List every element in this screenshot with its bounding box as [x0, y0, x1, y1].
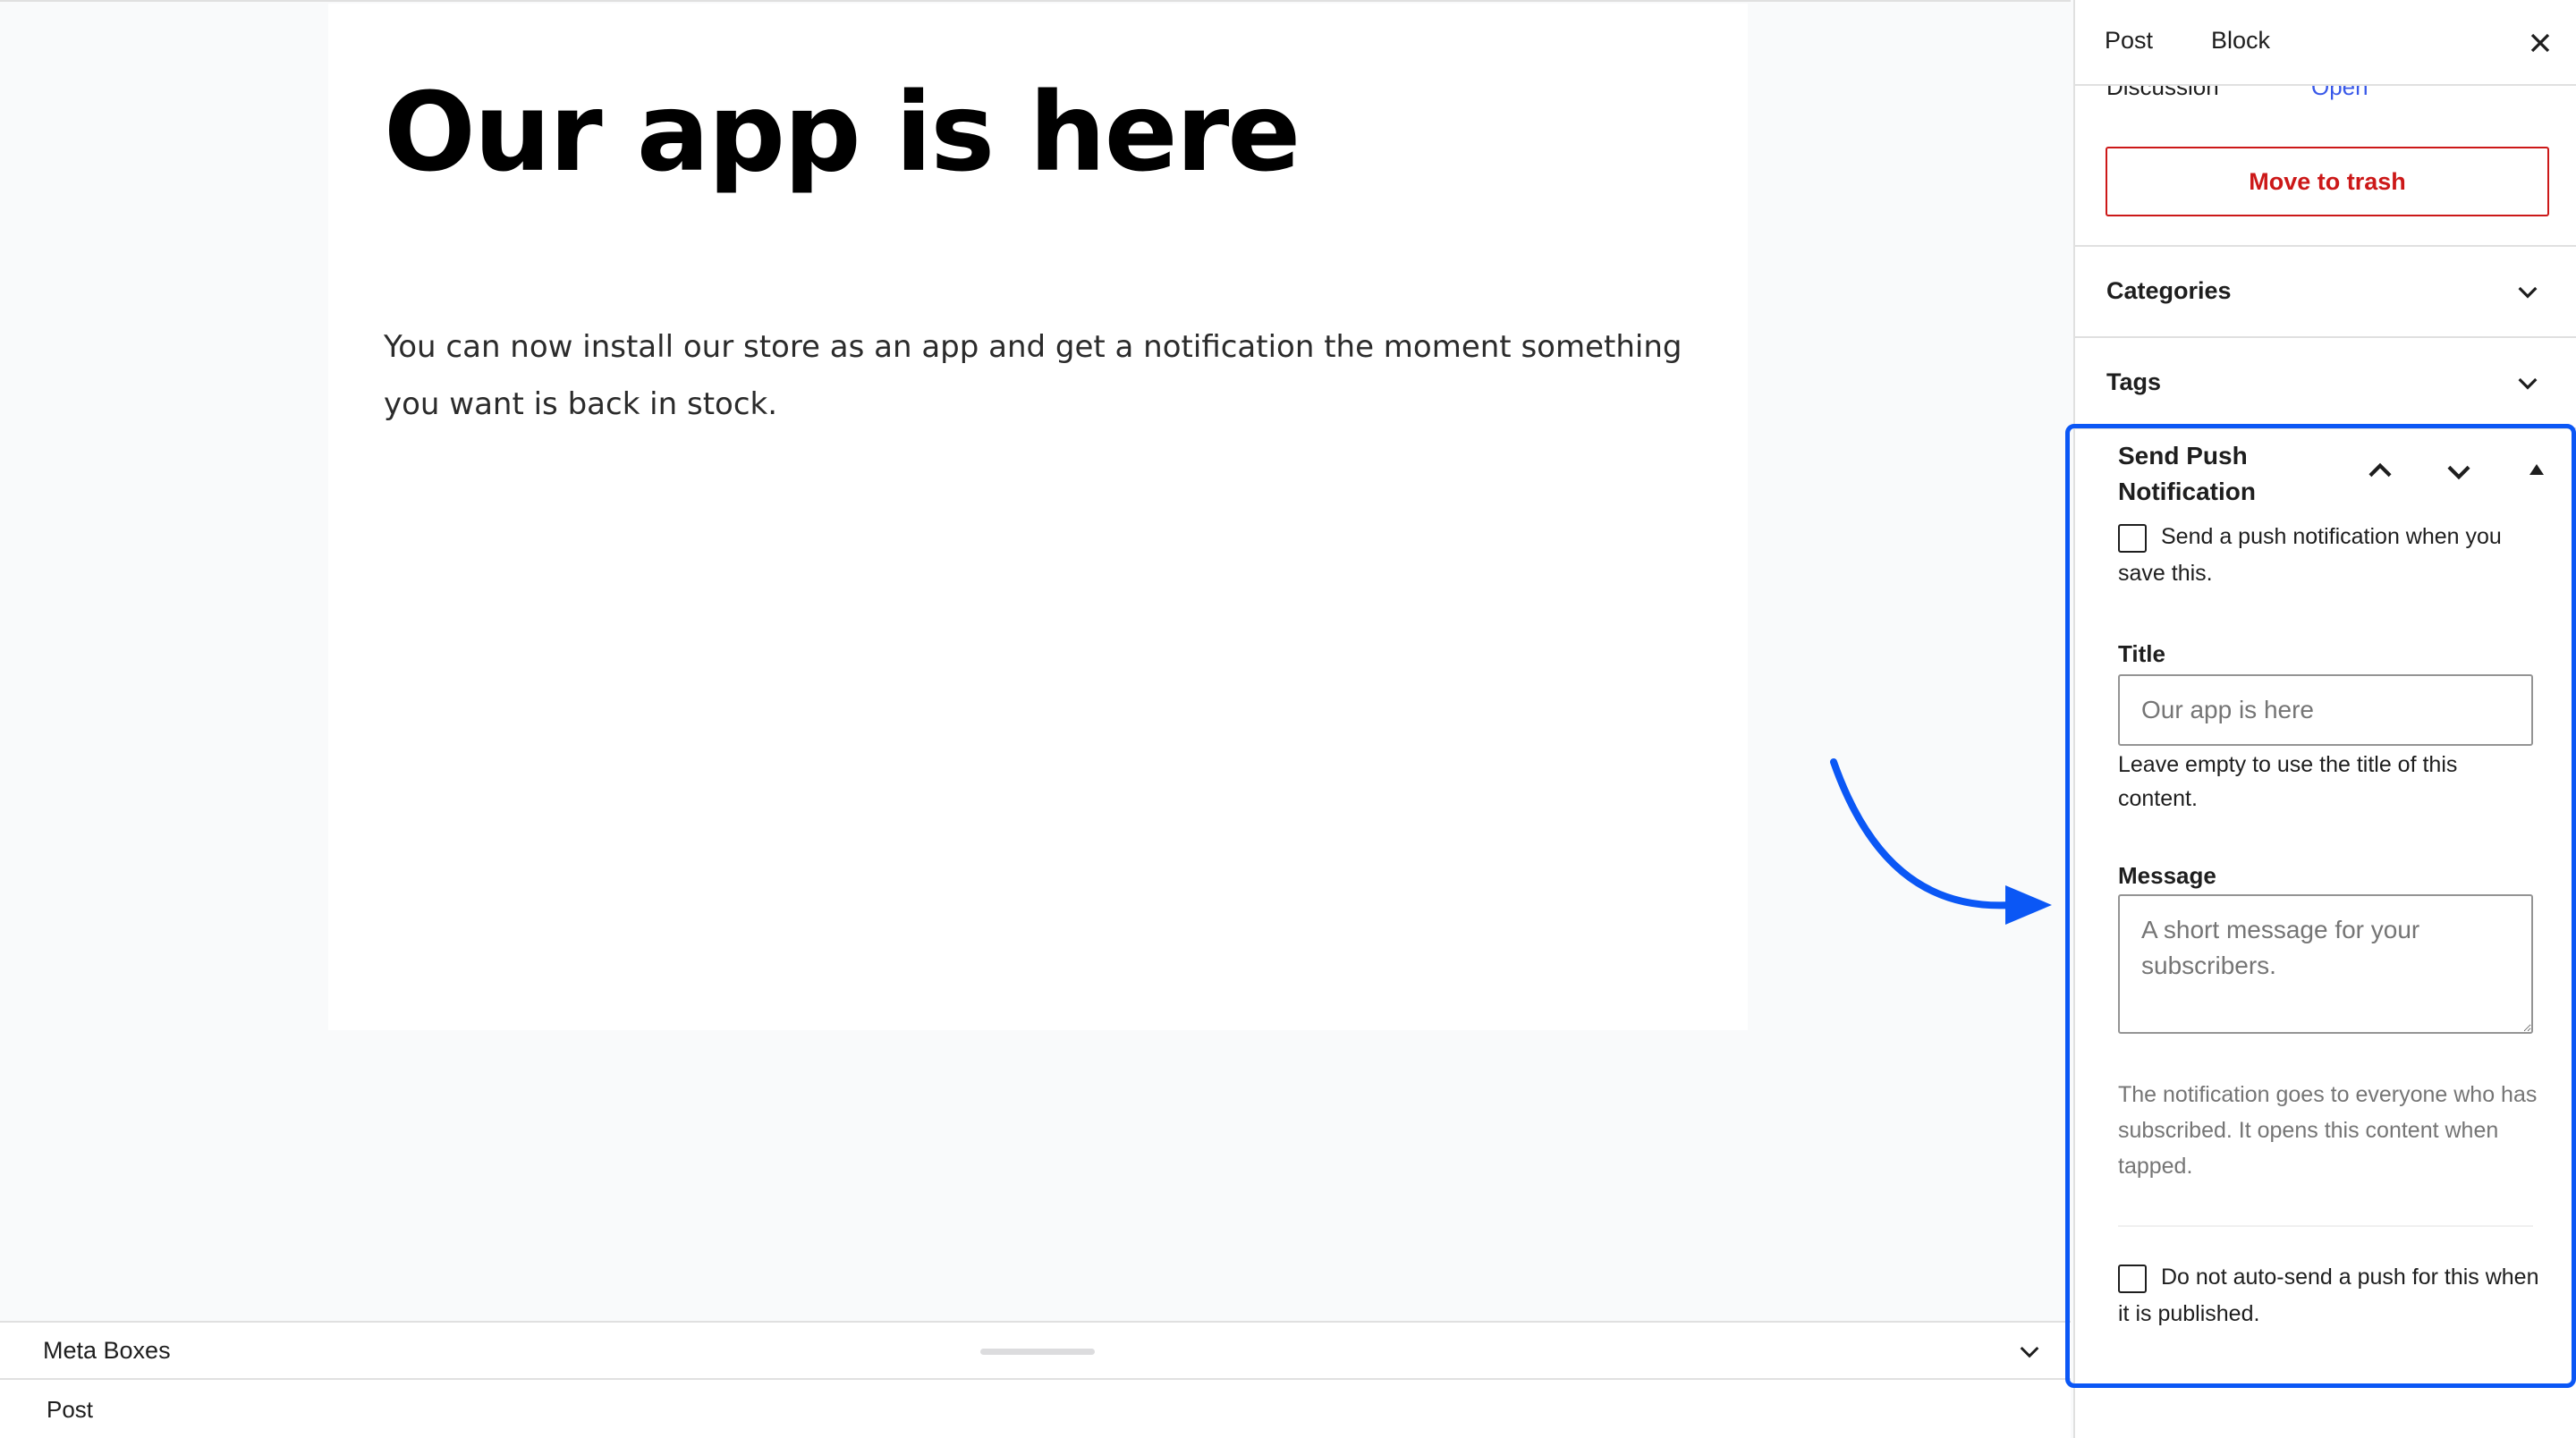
- divider: [2118, 1225, 2533, 1227]
- resize-handle[interactable]: [980, 1349, 1095, 1355]
- title-help-text: Leave empty to use the title of this con…: [2118, 752, 2458, 811]
- no-autosend-label: Do not auto-send a push for this when it…: [2118, 1265, 2539, 1326]
- editor-canvas: Our app is here You can now install our …: [0, 0, 2071, 1321]
- meta-box-post-section: Post: [0, 1380, 2071, 1438]
- tab-post[interactable]: Post: [2105, 27, 2153, 55]
- tab-block[interactable]: Block: [2211, 27, 2270, 55]
- chevron-up-icon[interactable]: [2363, 454, 2397, 488]
- panel-categories-title: Categories: [2106, 277, 2232, 304]
- message-field-label: Message: [2118, 862, 2216, 889]
- chevron-down-icon[interactable]: [2442, 454, 2476, 488]
- panel-categories[interactable]: Categories: [2075, 245, 2576, 336]
- meta-box-post-label: Post: [47, 1396, 94, 1423]
- editor-paper: Our app is here You can now install our …: [328, 4, 1748, 1030]
- title-field-label: Title: [2118, 640, 2165, 667]
- caret-up-icon[interactable]: [2527, 461, 2546, 478]
- push-title-input[interactable]: [2118, 674, 2533, 746]
- panel-tags[interactable]: Tags: [2075, 336, 2576, 427]
- push-message-textarea[interactable]: [2118, 894, 2533, 1034]
- meta-boxes-bar[interactable]: Meta Boxes: [0, 1321, 2071, 1380]
- chevron-down-icon[interactable]: [2015, 1337, 2044, 1366]
- post-body-paragraph[interactable]: You can now install our store as an app …: [384, 318, 1707, 433]
- meta-boxes-label: Meta Boxes: [43, 1337, 171, 1364]
- close-icon[interactable]: [2524, 27, 2556, 59]
- push-info-text: The notification goes to everyone who ha…: [2118, 1082, 2538, 1179]
- post-title[interactable]: Our app is here: [384, 73, 1301, 192]
- settings-sidebar: Post Block Discussion Open Move to trash…: [2073, 0, 2576, 1438]
- send-on-save-label: Send a push notification when you save t…: [2118, 524, 2502, 586]
- chevron-down-icon[interactable]: [2513, 368, 2542, 397]
- move-to-trash-button[interactable]: Move to trash: [2106, 147, 2549, 216]
- push-panel-title: Send Push Notification: [2118, 442, 2256, 505]
- sidebar-tabs: Post Block: [2075, 0, 2576, 86]
- push-notification-panel: Send Push Notification Send a push notif…: [2075, 427, 2576, 1438]
- chevron-down-icon[interactable]: [2513, 277, 2542, 306]
- panel-tags-title: Tags: [2106, 368, 2162, 395]
